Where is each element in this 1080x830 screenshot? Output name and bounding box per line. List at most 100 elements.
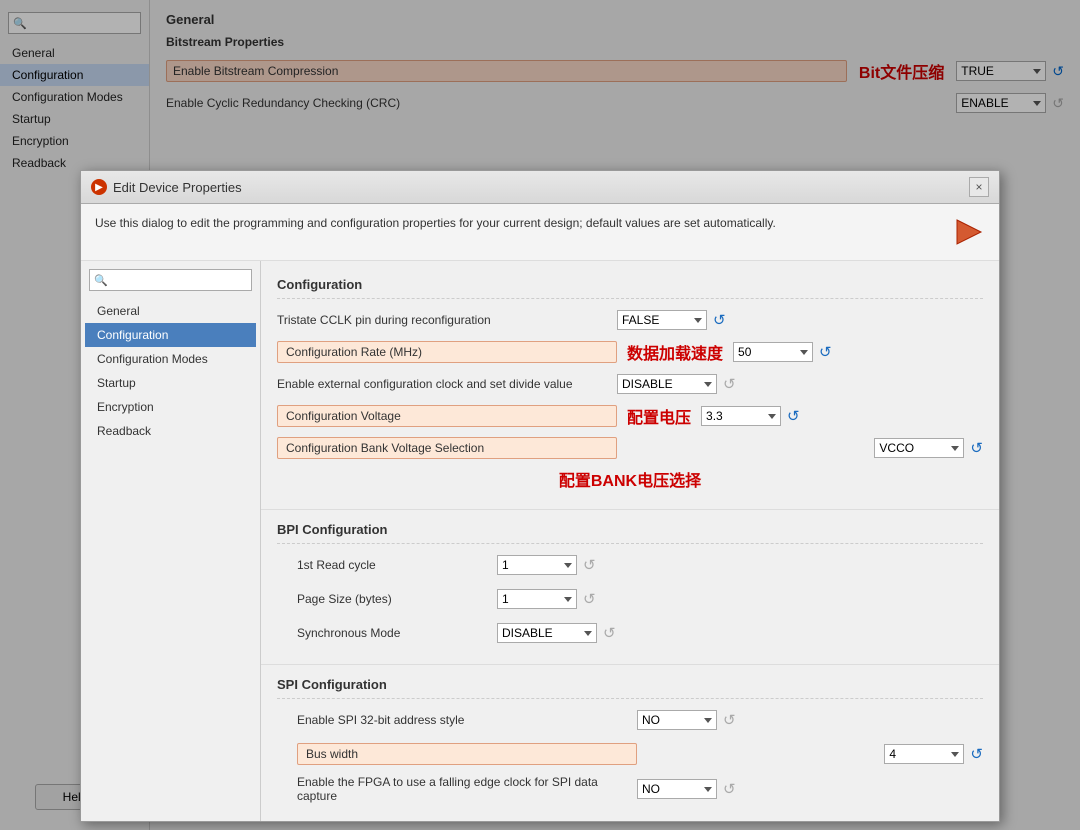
config-row-voltage: Configuration Voltage 配置电压 3.3 ↺ <box>277 403 983 429</box>
spi-reset-bus-width[interactable]: ↺ <box>970 745 983 763</box>
bpi-reset-sync-mode[interactable]: ↺ <box>603 624 616 642</box>
bpi-row-read-cycle: 1st Read cycle 1 ↺ <box>277 552 983 578</box>
bpi-select-arrow-page-size <box>564 597 572 602</box>
spi-select-val-32bit: NO <box>642 713 700 727</box>
modal-title-text: Edit Device Properties <box>113 180 242 195</box>
spi-section-title: SPI Configuration <box>277 671 983 699</box>
config-select-voltage[interactable]: 3.3 <box>701 406 781 426</box>
config-section: Configuration Tristate CCLK pin during r… <box>261 261 999 509</box>
config-select-val-voltage: 3.3 <box>706 409 764 423</box>
modal-search-icon: 🔍 <box>94 274 108 287</box>
modal-nav-config-modes[interactable]: Configuration Modes <box>85 347 256 371</box>
spi-select-arrow-bus-width <box>951 752 959 757</box>
spi-select-32bit[interactable]: NO <box>637 710 717 730</box>
modal-main[interactable]: Configuration Tristate CCLK pin during r… <box>261 261 999 821</box>
config-select-bank-voltage[interactable]: VCCO <box>874 438 964 458</box>
bpi-select-val-sync-mode: DISABLE <box>502 626 580 640</box>
bank-annotation-row: 配置BANK电压选择 <box>277 467 983 491</box>
bpi-select-val-read-cycle: 1 <box>502 558 560 572</box>
modal-content: 🔍 General Configuration Configuration Mo… <box>81 261 999 821</box>
config-label-voltage: Configuration Voltage <box>277 405 617 427</box>
modal-title-left: ▶ Edit Device Properties <box>91 179 242 195</box>
bpi-section: BPI Configuration 1st Read cycle 1 ↺ <box>261 509 999 664</box>
config-reset-rate[interactable]: ↺ <box>819 343 832 361</box>
config-select-rate[interactable]: 50 <box>733 342 813 362</box>
spi-row-falling-edge: Enable the FPGA to use a falling edge cl… <box>277 775 983 803</box>
config-label-tristate: Tristate CCLK pin during reconfiguration <box>277 313 617 327</box>
config-annotation-voltage: 配置电压 <box>627 404 691 428</box>
bpi-select-page-size[interactable]: 1 <box>497 589 577 609</box>
spi-reset-32bit[interactable]: ↺ <box>723 711 736 729</box>
config-label-ext-clk: Enable external configuration clock and … <box>277 377 617 391</box>
config-annotation-rate: 数据加载速度 <box>627 340 723 364</box>
spi-section: SPI Configuration Enable SPI 32-bit addr… <box>261 664 999 821</box>
bpi-label-read-cycle: 1st Read cycle <box>297 558 497 572</box>
bpi-select-arrow-read-cycle <box>564 563 572 568</box>
bpi-select-arrow-sync-mode <box>584 631 592 636</box>
modal-titlebar: ▶ Edit Device Properties × <box>81 171 999 204</box>
spi-select-val-falling-edge: NO <box>642 782 700 796</box>
modal-vivado-icon <box>953 216 985 248</box>
modal-app-icon: ▶ <box>91 179 107 195</box>
config-label-rate: Configuration Rate (MHz) <box>277 341 617 363</box>
modal-nav-encryption[interactable]: Encryption <box>85 395 256 419</box>
spi-select-falling-edge[interactable]: NO <box>637 779 717 799</box>
config-select-val-bank-voltage: VCCO <box>879 441 947 455</box>
config-select-tristate[interactable]: FALSE <box>617 310 707 330</box>
config-select-arrow-rate <box>800 350 808 355</box>
spi-label-falling-edge: Enable the FPGA to use a falling edge cl… <box>297 775 637 803</box>
config-row-bank-voltage: Configuration Bank Voltage Selection VCC… <box>277 435 983 461</box>
modal-description-text: Use this dialog to edit the programming … <box>95 216 776 230</box>
config-row-ext-clk: Enable external configuration clock and … <box>277 371 983 397</box>
bpi-select-read-cycle[interactable]: 1 <box>497 555 577 575</box>
bpi-reset-page-size[interactable]: ↺ <box>583 590 596 608</box>
spi-label-bus-width: Bus width <box>297 743 637 765</box>
modal-dialog: ▶ Edit Device Properties × Use this dial… <box>80 170 1000 822</box>
modal-overlay: ▶ Edit Device Properties × Use this dial… <box>0 0 1080 830</box>
bpi-label-sync-mode: Synchronous Mode <box>297 626 497 640</box>
bank-annotation-text: 配置BANK电压选择 <box>559 467 701 491</box>
config-reset-tristate[interactable]: ↺ <box>713 311 726 329</box>
bpi-select-val-page-size: 1 <box>502 592 560 606</box>
bpi-label-page-size: Page Size (bytes) <box>297 592 497 606</box>
modal-nav-startup[interactable]: Startup <box>85 371 256 395</box>
config-select-ext-clk[interactable]: DISABLE <box>617 374 717 394</box>
config-row-rate: Configuration Rate (MHz) 数据加载速度 50 ↺ <box>277 339 983 365</box>
config-select-arrow-voltage <box>768 414 776 419</box>
config-select-val-rate: 50 <box>738 345 796 359</box>
modal-icon-char: ▶ <box>95 182 103 193</box>
config-select-val-ext-clk: DISABLE <box>622 377 700 391</box>
spi-select-bus-width[interactable]: 4 <box>884 744 964 764</box>
modal-body: Use this dialog to edit the programming … <box>81 204 999 821</box>
modal-nav-general[interactable]: General <box>85 299 256 323</box>
bpi-reset-read-cycle[interactable]: ↺ <box>583 556 596 574</box>
config-select-val-tristate: FALSE <box>622 313 690 327</box>
modal-close-button[interactable]: × <box>969 177 989 197</box>
modal-nav-readback[interactable]: Readback <box>85 419 256 443</box>
modal-description: Use this dialog to edit the programming … <box>81 204 999 261</box>
config-select-arrow-tristate <box>694 318 702 323</box>
spi-select-val-bus-width: 4 <box>889 747 947 761</box>
config-section-title: Configuration <box>277 271 983 299</box>
bpi-row-sync-mode: Synchronous Mode DISABLE ↺ <box>277 620 983 646</box>
config-row-tristate: Tristate CCLK pin during reconfiguration… <box>277 307 983 333</box>
bpi-select-sync-mode[interactable]: DISABLE <box>497 623 597 643</box>
modal-search-box[interactable]: 🔍 <box>89 269 252 291</box>
bpi-row-page-size: Page Size (bytes) 1 ↺ <box>277 586 983 612</box>
modal-sidebar: 🔍 General Configuration Configuration Mo… <box>81 261 261 821</box>
config-select-arrow-bank-voltage <box>951 446 959 451</box>
config-reset-ext-clk[interactable]: ↺ <box>723 375 736 393</box>
config-select-arrow-ext-clk <box>704 382 712 387</box>
config-reset-bank-voltage[interactable]: ↺ <box>970 439 983 457</box>
spi-reset-falling-edge[interactable]: ↺ <box>723 780 736 798</box>
spi-label-32bit: Enable SPI 32-bit address style <box>297 713 637 727</box>
spi-row-bus-width: Bus width 4 ↺ <box>277 741 983 767</box>
config-label-bank-voltage: Configuration Bank Voltage Selection <box>277 437 617 459</box>
modal-nav-configuration[interactable]: Configuration <box>85 323 256 347</box>
spi-select-arrow-falling-edge <box>704 787 712 792</box>
bpi-section-title: BPI Configuration <box>277 516 983 544</box>
config-reset-voltage[interactable]: ↺ <box>787 407 800 425</box>
spi-row-32bit: Enable SPI 32-bit address style NO ↺ <box>277 707 983 733</box>
modal-main-wrapper: Configuration Tristate CCLK pin during r… <box>261 261 999 821</box>
spi-select-arrow-32bit <box>704 718 712 723</box>
